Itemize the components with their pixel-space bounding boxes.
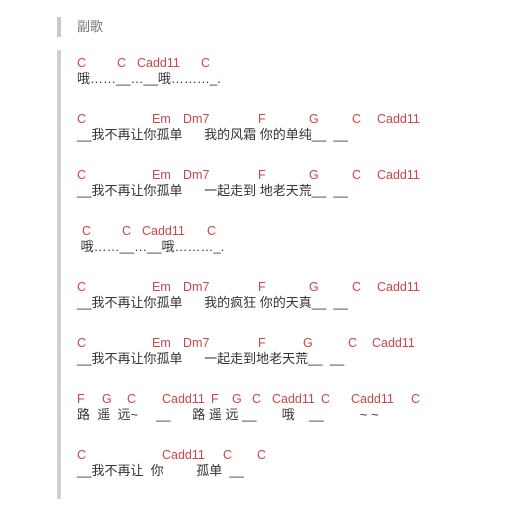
chord: C bbox=[352, 112, 362, 126]
chord: Em bbox=[152, 112, 171, 126]
chord: C bbox=[82, 224, 92, 238]
lyric-text: 路 遥 远~ __ 路 遥 远 __ 哦 __ ~ ~ bbox=[77, 407, 379, 422]
chord: Cadd11 bbox=[377, 112, 420, 126]
lyric-text: __我不再让你孤单 我的风霜 你的单纯__ __ bbox=[77, 127, 348, 142]
lyric-text: __我不再让你孤单 我的疯狂 你的天真__ __ bbox=[77, 295, 348, 310]
chord: G bbox=[309, 280, 319, 294]
chord: G bbox=[309, 168, 319, 182]
chord: G bbox=[232, 392, 242, 406]
chord: C bbox=[411, 392, 421, 406]
chord: C bbox=[207, 224, 217, 238]
chord: C bbox=[117, 56, 127, 70]
chord: C bbox=[223, 448, 233, 462]
chord: G bbox=[102, 392, 112, 406]
chord: Dm7 bbox=[183, 280, 210, 294]
chord: C bbox=[252, 392, 262, 406]
chord: C bbox=[321, 392, 331, 406]
section-bar bbox=[57, 17, 61, 37]
chord: F bbox=[77, 392, 85, 406]
chord: Em bbox=[152, 280, 171, 294]
blockquote-bar bbox=[57, 50, 61, 499]
chord: Dm7 bbox=[183, 112, 210, 126]
chord: Dm7 bbox=[183, 168, 210, 182]
lyric-text: __我不再让 你 孤单 __ bbox=[77, 463, 244, 478]
chord: Cadd11 bbox=[142, 224, 185, 238]
chord: Cadd11 bbox=[272, 392, 315, 406]
chord: Em bbox=[152, 336, 171, 350]
chord: Cadd11 bbox=[377, 280, 420, 294]
chord: C bbox=[352, 280, 362, 294]
section-title: 副歌 bbox=[77, 19, 104, 34]
chord: Dm7 bbox=[183, 336, 210, 350]
chord: Cadd11 bbox=[351, 392, 394, 406]
chord: C bbox=[257, 448, 267, 462]
chord: C bbox=[77, 336, 87, 350]
chord: Em bbox=[152, 168, 171, 182]
chord: Cadd11 bbox=[137, 56, 180, 70]
chord: Cadd11 bbox=[372, 336, 415, 350]
chord: G bbox=[303, 336, 313, 350]
chord: C bbox=[348, 336, 358, 350]
chord: C bbox=[352, 168, 362, 182]
chord: F bbox=[258, 112, 266, 126]
chord: F bbox=[258, 168, 266, 182]
chord: C bbox=[201, 56, 211, 70]
chord: Cadd11 bbox=[162, 448, 205, 462]
chord: C bbox=[77, 448, 87, 462]
lyric-text: __我不再让你孤单 一起走到 地老天荒__ __ bbox=[77, 183, 348, 198]
chord: F bbox=[258, 280, 266, 294]
lyric-text: 哦……__…__哦………_. bbox=[77, 239, 225, 254]
lyric-text: __我不再让你孤单 一起走到地老天荒__ __ bbox=[77, 351, 345, 366]
chord: C bbox=[77, 168, 87, 182]
chord: Cadd11 bbox=[377, 168, 420, 182]
chord: C bbox=[122, 224, 132, 238]
chord: F bbox=[211, 392, 219, 406]
chord: F bbox=[258, 336, 266, 350]
chord: Cadd11 bbox=[162, 392, 205, 406]
chord: C bbox=[127, 392, 137, 406]
chord: C bbox=[77, 112, 87, 126]
chord: C bbox=[77, 280, 87, 294]
lyric-text: 哦……__…__哦………_. bbox=[77, 71, 221, 86]
chord: C bbox=[77, 56, 87, 70]
chord: G bbox=[309, 112, 319, 126]
